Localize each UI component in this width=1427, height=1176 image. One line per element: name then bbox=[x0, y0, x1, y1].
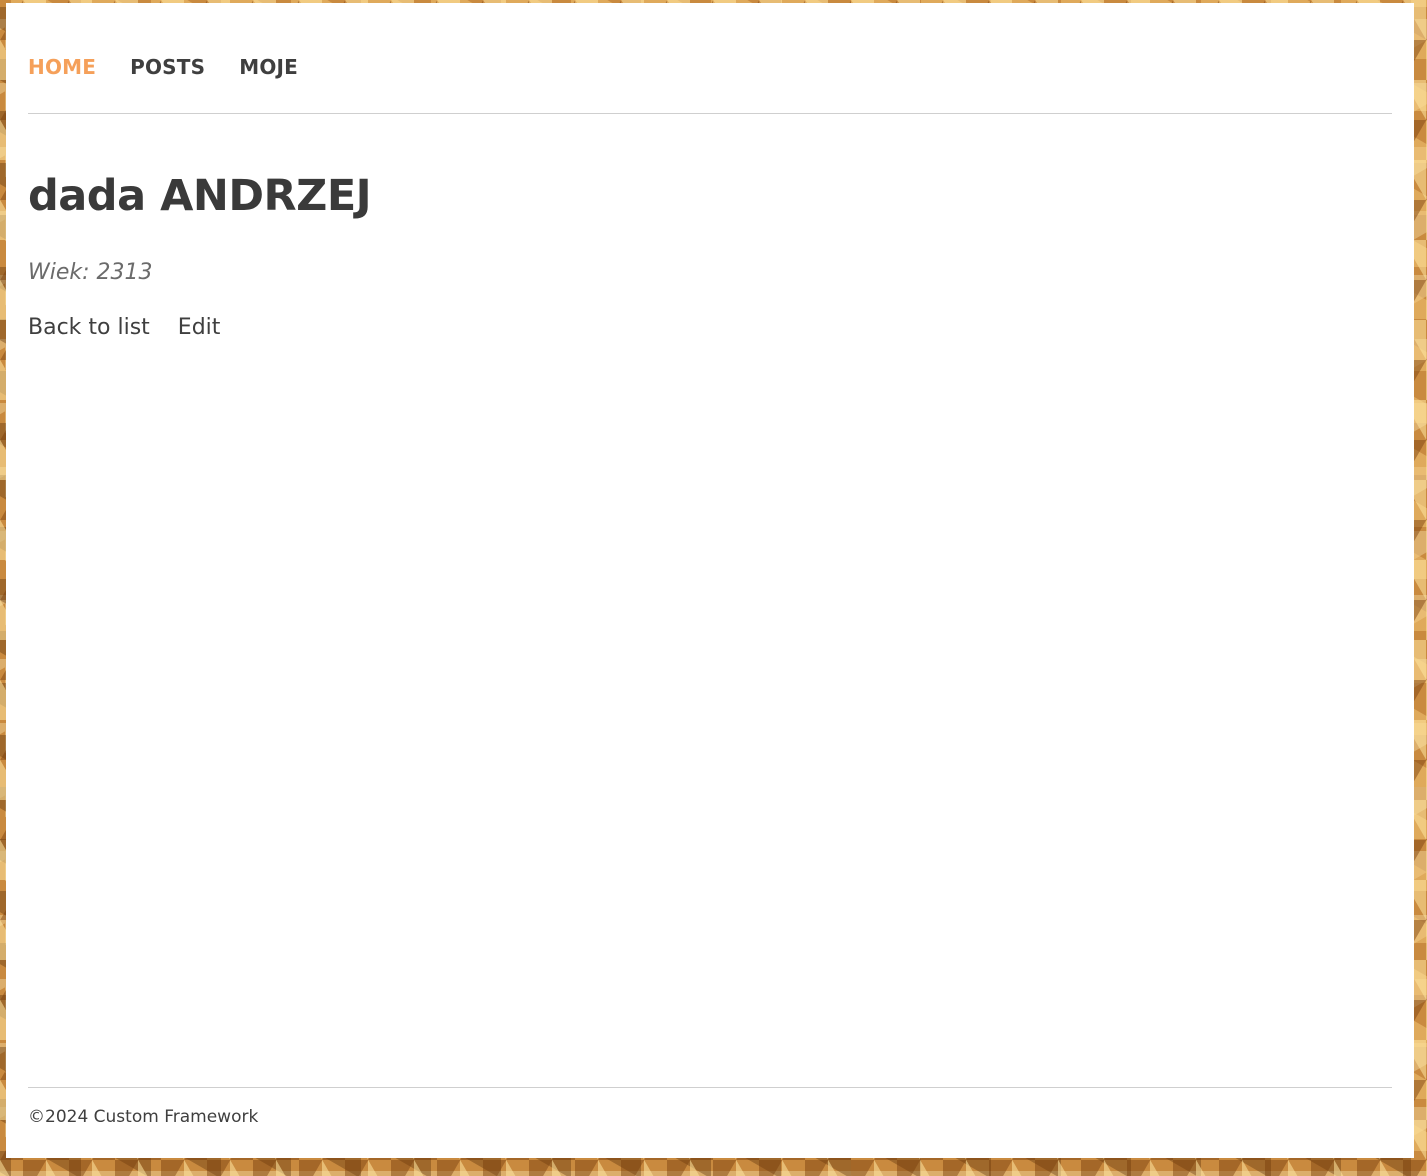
page-title: dada ANDRZEJ bbox=[28, 171, 372, 221]
age-value: 2313 bbox=[96, 260, 153, 285]
header-divider bbox=[28, 113, 1392, 114]
footer-text: ©2024 Custom Framework bbox=[28, 1107, 259, 1127]
age-separator: : bbox=[82, 260, 97, 285]
page-container: HOME POSTS MOJE dada ANDRZEJ Wiek: 2313 … bbox=[6, 3, 1414, 1158]
age-label: Wiek bbox=[28, 260, 83, 285]
content-wrapper: HOME POSTS MOJE dada ANDRZEJ Wiek: 2313 … bbox=[28, 3, 1392, 1158]
main-nav: HOME POSTS MOJE bbox=[28, 55, 298, 79]
edit-link[interactable]: Edit bbox=[178, 315, 221, 340]
footer-divider bbox=[28, 1087, 1392, 1088]
age-line: Wiek: 2313 bbox=[28, 260, 153, 285]
nav-item-moje[interactable]: MOJE bbox=[239, 55, 298, 79]
action-links: Back to list Edit bbox=[28, 315, 220, 340]
back-to-list-link[interactable]: Back to list bbox=[28, 315, 150, 340]
nav-item-home[interactable]: HOME bbox=[28, 55, 96, 79]
nav-item-posts[interactable]: POSTS bbox=[130, 55, 205, 79]
